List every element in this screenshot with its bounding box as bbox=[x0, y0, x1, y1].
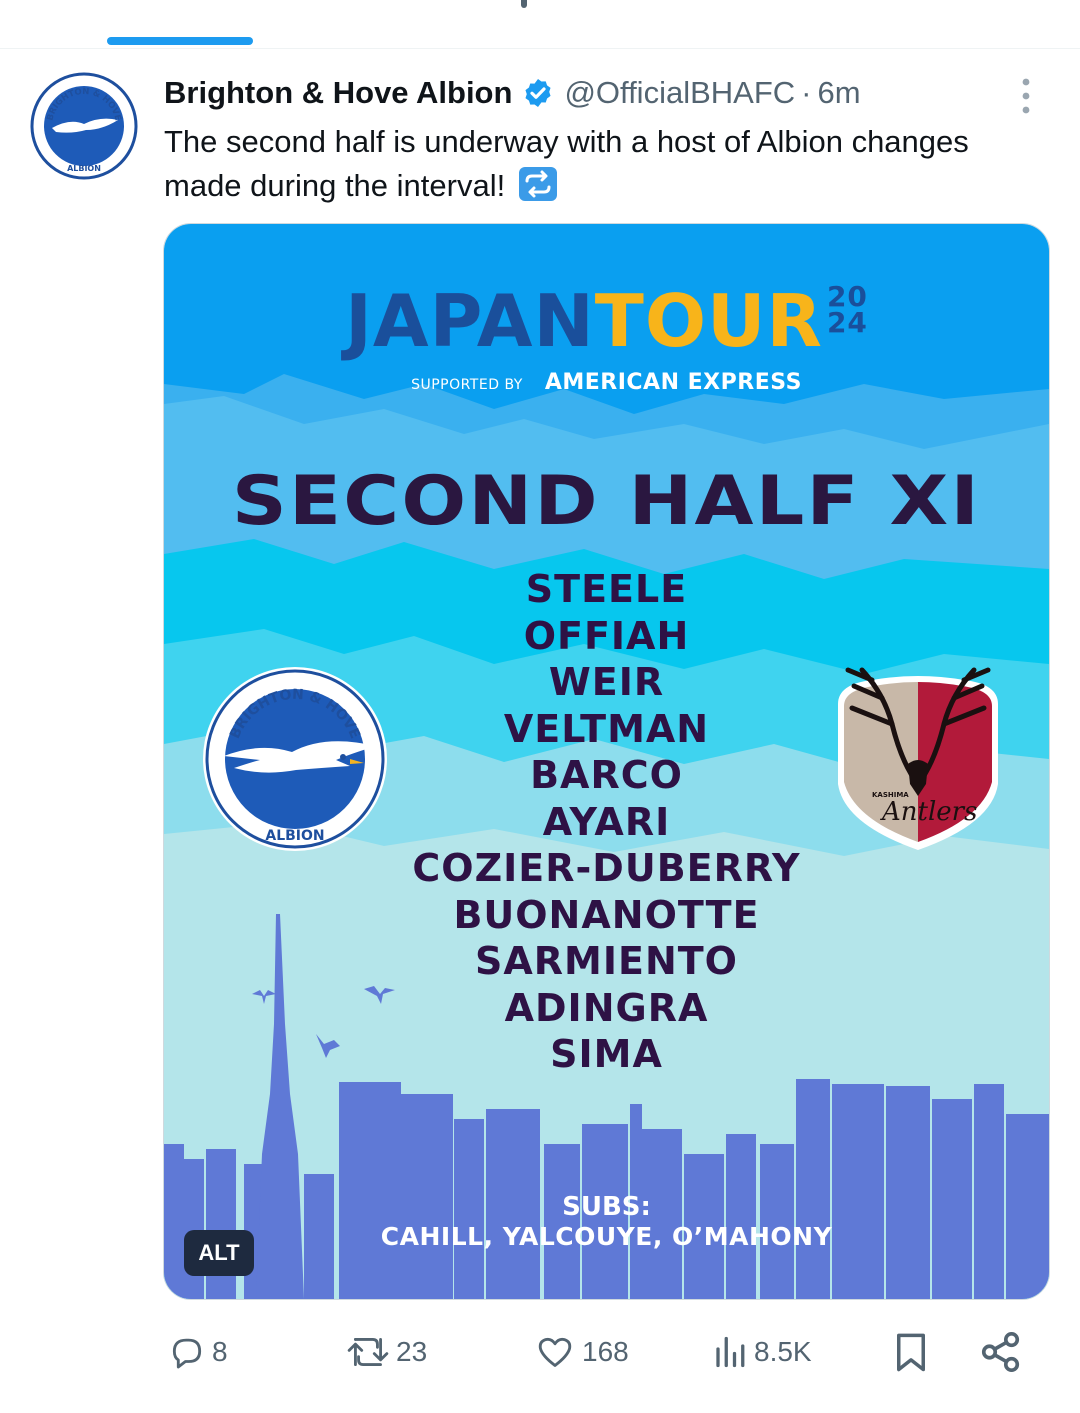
timestamp[interactable]: 6m bbox=[817, 75, 860, 111]
top-tab-bar bbox=[0, 0, 1080, 49]
lineup-heading: SECOND HALF XI bbox=[231, 462, 982, 541]
like-count: 168 bbox=[582, 1336, 629, 1367]
svg-text:Antlers: Antlers bbox=[880, 797, 977, 827]
title-japan: JAPAN bbox=[345, 279, 595, 363]
player-name: SARMIENTO bbox=[475, 939, 738, 983]
player-name: ADINGRA bbox=[504, 985, 709, 1030]
tweet-media-image[interactable]: JAPANTOUR 20 24 SUPPORTED BY AMERICAN EXPRE… bbox=[163, 223, 1050, 1300]
active-tab-indicator bbox=[107, 37, 253, 45]
svg-text:ALBION: ALBION bbox=[67, 164, 101, 173]
reply-icon bbox=[172, 1338, 202, 1369]
alt-text-button[interactable]: ALT bbox=[184, 1230, 254, 1276]
tweet-header: Brighton & Hove Albion @OfficialBHAFC · … bbox=[164, 72, 861, 114]
verified-badge-icon[interactable] bbox=[522, 77, 554, 109]
author-avatar[interactable]: BRIGHTON & HOVE ALBION bbox=[30, 72, 138, 180]
title-year: 20 24 bbox=[826, 280, 868, 339]
repost-count: 23 bbox=[396, 1336, 428, 1367]
reply-count: 8 bbox=[212, 1336, 228, 1367]
views-button[interactable]: 8.5K bbox=[712, 1322, 812, 1382]
player-name: SIMA bbox=[550, 1032, 663, 1076]
kashima-antlers-crest: KASHIMA Antlers bbox=[838, 667, 998, 850]
reply-button[interactable]: 8 bbox=[168, 1322, 228, 1382]
tweet-body: The second half is underway with a host … bbox=[164, 124, 969, 203]
author-handle[interactable]: @OfficialBHAFC bbox=[564, 75, 795, 111]
player-name: STEELE bbox=[525, 567, 688, 611]
title-tour: TOUR bbox=[594, 279, 823, 363]
player-name: BUONANOTTE bbox=[453, 892, 760, 937]
sponsor-line: SUPPORTED BY AMERICAN EXPRESS bbox=[164, 370, 1049, 395]
bookmark-icon bbox=[897, 1333, 925, 1372]
heart-icon bbox=[538, 1337, 572, 1367]
supported-by-label: SUPPORTED BY bbox=[411, 377, 523, 393]
tweet-action-bar: 8 23 168 8.5K bbox=[0, 1322, 1080, 1382]
subs-label: SUBS: bbox=[562, 1192, 651, 1222]
brighton-crest: BRIGHTON & HOVE ALBION bbox=[203, 667, 387, 851]
separator-dot: · bbox=[801, 75, 812, 110]
view-count: 8.5K bbox=[754, 1336, 812, 1367]
author-name[interactable]: Brighton & Hove Albion bbox=[164, 75, 512, 111]
repost-icon bbox=[347, 1338, 389, 1366]
tweet-text: The second half is underway with a host … bbox=[164, 120, 1054, 208]
sponsor-name: AMERICAN EXPRESS bbox=[544, 370, 802, 395]
share-icon bbox=[981, 1331, 1020, 1373]
player-name: OFFIAH bbox=[523, 613, 690, 658]
repeat-emoji-icon bbox=[518, 167, 557, 201]
more-options-icon[interactable] bbox=[1012, 76, 1040, 116]
tab-fragment bbox=[521, 0, 527, 8]
subs-list: CAHILL, YALCOUYE, O’MAHONY bbox=[380, 1222, 833, 1251]
views-chart-icon bbox=[716, 1336, 745, 1368]
like-button[interactable]: 168 bbox=[534, 1322, 629, 1382]
svg-text:ALBION: ALBION bbox=[265, 828, 324, 844]
share-button[interactable] bbox=[978, 1322, 1030, 1382]
tour-title: JAPANTOUR 20 24 bbox=[164, 279, 1049, 363]
repost-button[interactable]: 23 bbox=[346, 1322, 427, 1382]
bookmark-button[interactable] bbox=[890, 1322, 938, 1382]
